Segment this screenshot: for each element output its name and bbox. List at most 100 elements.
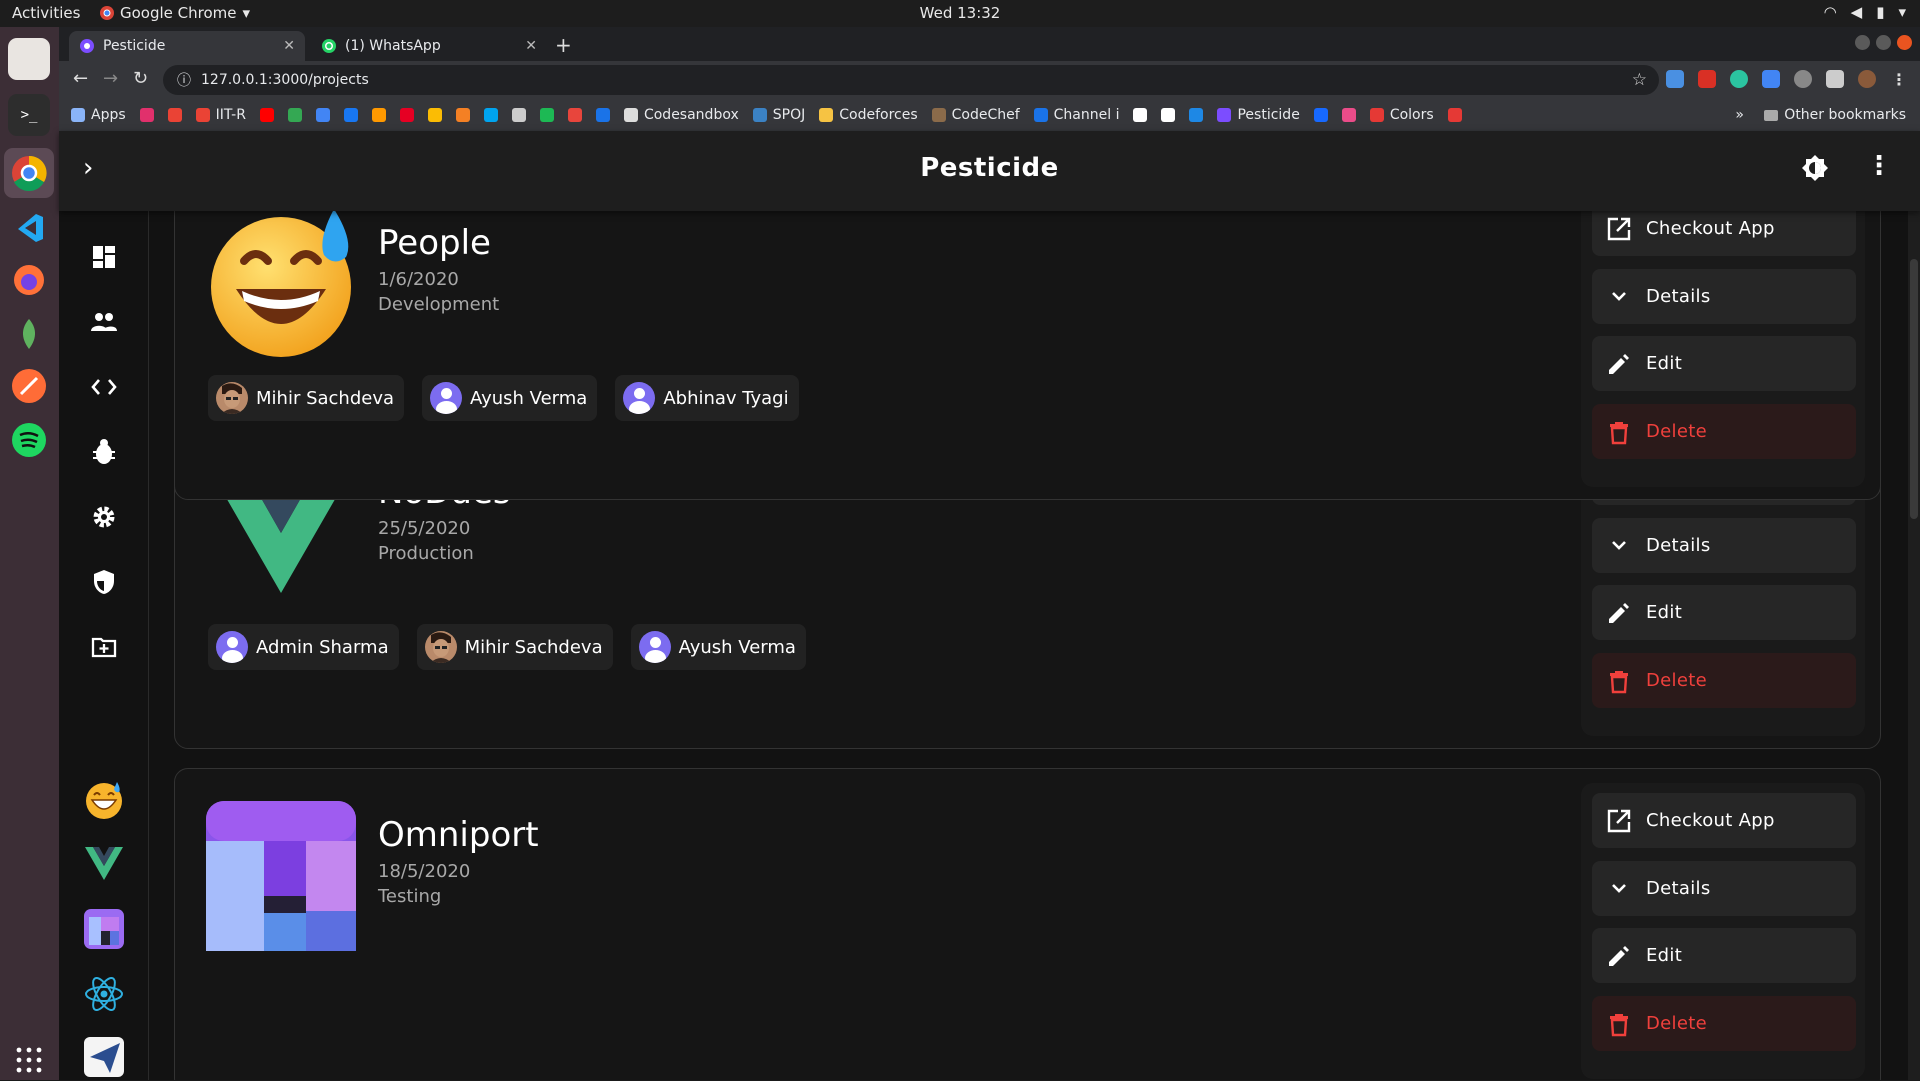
bookmark-star-icon[interactable]: ☆ [1632, 70, 1647, 90]
bookmark-item[interactable] [567, 108, 582, 122]
bookmark-item[interactable] [427, 108, 442, 122]
info-icon[interactable]: ⓘ [177, 70, 191, 90]
delete-button[interactable]: Delete [1592, 996, 1856, 1051]
extension-icon[interactable] [1762, 70, 1780, 88]
tab-pesticide[interactable]: Pesticide ✕ [69, 31, 305, 61]
close-tab-icon[interactable]: ✕ [525, 38, 537, 54]
checkout-app-button[interactable]: Checkout App [1592, 211, 1856, 256]
forward-icon[interactable]: → [103, 68, 118, 89]
bookmark-item[interactable] [371, 108, 386, 122]
profile-avatar[interactable] [1858, 70, 1876, 88]
close-tab-icon[interactable]: ✕ [283, 38, 295, 54]
address-bar[interactable]: ⓘ 127.0.0.1:3000/projects ☆ [163, 65, 1659, 95]
reload-icon[interactable]: ↻ [133, 68, 148, 89]
other-bookmarks[interactable]: Other bookmarks [1764, 107, 1906, 123]
firefox-icon[interactable] [8, 259, 50, 301]
details-button[interactable]: Details [1592, 518, 1856, 573]
details-button[interactable]: Details [1592, 861, 1856, 916]
bookmark-item[interactable] [315, 108, 330, 122]
delete-button[interactable]: Delete [1592, 404, 1856, 459]
nodues-project-shortcut[interactable] [83, 843, 125, 885]
shield-icon[interactable] [88, 566, 120, 598]
bookmark-item[interactable] [511, 108, 526, 122]
bookmark-item[interactable] [399, 108, 414, 122]
new-folder-icon[interactable] [88, 631, 120, 663]
chrome-menu-icon[interactable]: ⋮ [1890, 70, 1908, 89]
postman-icon[interactable] [8, 365, 50, 407]
bookmark-item[interactable]: Channel i [1033, 107, 1119, 123]
bookmark-item[interactable] [139, 108, 154, 122]
extension-icon[interactable] [1698, 70, 1716, 88]
bookmark-favicon-icon [567, 108, 582, 122]
other-bookmarks-label: Other bookmarks [1784, 107, 1906, 123]
member-chip[interactable]: Mihir Sachdeva [208, 375, 405, 421]
spotify-icon[interactable] [8, 419, 50, 461]
omniport-project-shortcut[interactable] [83, 908, 125, 950]
minimize-icon[interactable] [1855, 35, 1870, 50]
bookmark-item[interactable]: Codesandbox [623, 107, 739, 123]
edit-button[interactable]: Edit [1592, 928, 1856, 983]
member-chip[interactable]: Admin Sharma [208, 624, 399, 670]
terminal-icon[interactable]: >_ [8, 94, 50, 136]
bookmark-item[interactable] [1447, 108, 1462, 122]
edit-button[interactable]: Edit [1592, 585, 1856, 640]
bookmark-item[interactable] [1189, 108, 1204, 122]
close-window-icon[interactable] [1897, 35, 1912, 50]
bookmark-item[interactable] [343, 108, 358, 122]
bookmark-item[interactable]: CodeChef [931, 107, 1020, 123]
system-tray[interactable]: ◠ ◀ ▮ ▾ [1824, 3, 1906, 21]
member-chip[interactable]: Mihir Sachdeva [416, 624, 613, 670]
bookmark-item[interactable] [1313, 108, 1328, 122]
maximize-icon[interactable] [1876, 35, 1891, 50]
more-options-icon[interactable]: ⋮ [1866, 151, 1892, 181]
scrollbar-thumb[interactable] [1910, 259, 1918, 519]
settings-gear-icon[interactable] [88, 501, 120, 533]
robo3t-icon[interactable] [8, 313, 50, 355]
bookmark-item[interactable] [1161, 108, 1176, 122]
member-chip[interactable]: Abhinav Tyagi [615, 375, 799, 421]
tab-whatsapp[interactable]: (1) WhatsApp ✕ [311, 31, 547, 61]
theme-toggle-icon[interactable] [1800, 153, 1830, 187]
bookmark-item[interactable] [1133, 108, 1148, 122]
checkout-app-button[interactable]: Checkout App [1592, 793, 1856, 848]
bookmark-item[interactable] [595, 108, 610, 122]
paper-plane-project-shortcut[interactable] [83, 1036, 125, 1078]
new-tab-icon[interactable]: + [555, 33, 572, 57]
react-project-shortcut[interactable] [83, 973, 125, 1015]
vscode-icon[interactable] [8, 207, 50, 249]
bookmark-item[interactable]: Codeforces [819, 107, 918, 123]
clock[interactable]: Wed 13:32 [0, 4, 1920, 22]
extension-icon[interactable] [1794, 70, 1812, 88]
bookmark-item[interactable] [1341, 108, 1356, 122]
back-icon[interactable]: ← [73, 68, 88, 89]
bookmark-item[interactable] [287, 108, 302, 122]
bookmark-item[interactable] [167, 108, 182, 122]
puzzle-icon[interactable] [1826, 70, 1844, 88]
member-chip[interactable]: Ayush Verma [630, 624, 806, 670]
edit-button[interactable]: Edit [1592, 336, 1856, 391]
chrome-dock-icon[interactable] [4, 148, 54, 198]
more-bookmarks-icon[interactable]: » [1735, 107, 1744, 123]
people-project-shortcut[interactable] [83, 779, 125, 821]
extension-icon[interactable] [1730, 70, 1748, 88]
delete-button[interactable]: Delete [1592, 653, 1856, 708]
bug-icon[interactable] [88, 436, 120, 468]
dashboard-icon[interactable] [88, 241, 120, 273]
files-icon[interactable] [8, 38, 50, 80]
bookmark-item[interactable]: IIT-R [195, 107, 246, 123]
bookmark-item[interactable]: Pesticide [1217, 107, 1300, 123]
bookmark-item[interactable]: SPOJ [752, 107, 805, 123]
bookmark-item[interactable] [483, 108, 498, 122]
bookmark-item[interactable]: Apps [71, 107, 126, 123]
details-button[interactable]: Details [1592, 269, 1856, 324]
member-chip[interactable]: Ayush Verma [422, 375, 598, 421]
bookmark-item[interactable] [539, 108, 554, 122]
bookmark-item[interactable] [455, 108, 470, 122]
scrollbar[interactable] [1908, 211, 1920, 1080]
code-icon[interactable] [88, 371, 120, 403]
bookmark-item[interactable]: Colors [1369, 107, 1434, 123]
people-icon[interactable] [88, 306, 120, 338]
extension-icon[interactable] [1666, 70, 1684, 88]
show-apps-icon[interactable] [8, 1039, 50, 1081]
bookmark-item[interactable] [259, 108, 274, 122]
